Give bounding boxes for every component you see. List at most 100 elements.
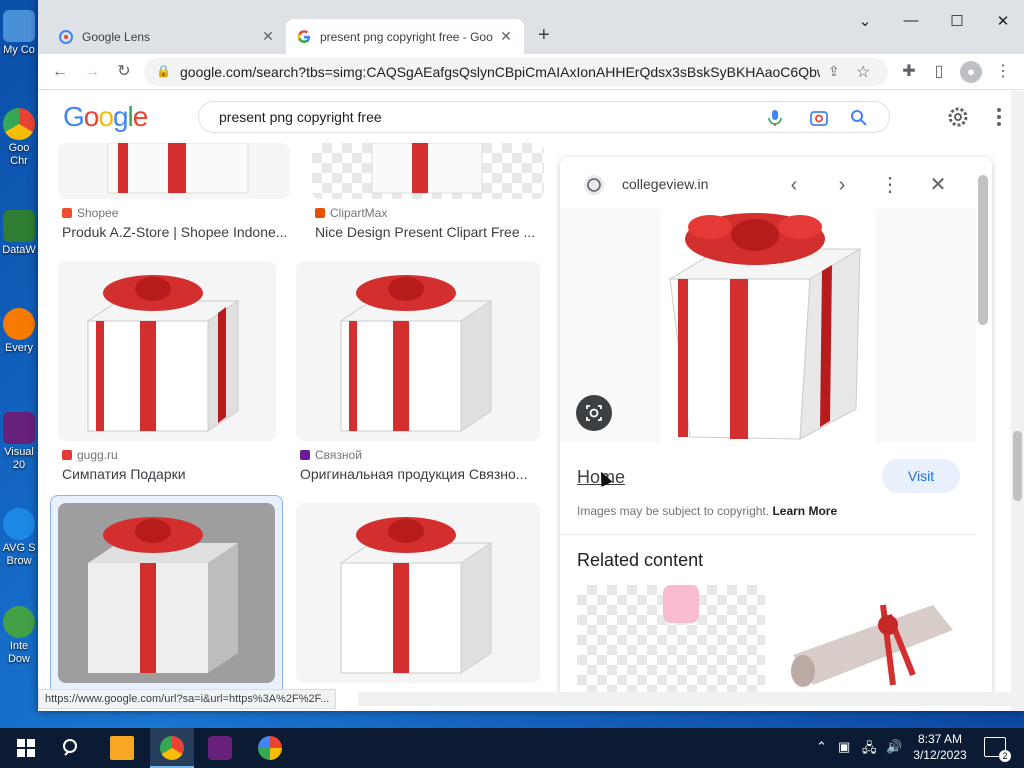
result-title[interactable]: Симпатия Подарки (62, 466, 290, 482)
back-arrow-icon[interactable]: ← (49, 61, 71, 83)
chevron-left-icon[interactable]: ‹ (782, 173, 806, 197)
gear-icon[interactable] (946, 105, 970, 129)
visit-button[interactable]: Visit (882, 459, 960, 493)
result-title[interactable]: Produk A.Z-Store | Shopee Indone... (62, 224, 290, 240)
result-image[interactable] (296, 261, 540, 441)
chevron-right-icon[interactable]: › (830, 173, 854, 197)
gift-box-image (339, 517, 493, 674)
preview-image-area[interactable] (560, 209, 976, 443)
result-image[interactable] (312, 143, 544, 199)
result-source[interactable]: Shopee (62, 206, 118, 220)
search-query[interactable]: present png copyright free (219, 109, 382, 125)
desktop-icon-google-chrome[interactable]: Goo Chr (0, 108, 38, 168)
gift-box-image (88, 517, 238, 673)
desktop-icon-label: My Co (3, 44, 35, 56)
panel-domain[interactable]: collegeview.in (622, 176, 708, 192)
scrollbar-thumb[interactable] (1013, 431, 1022, 501)
chrome-icon (3, 108, 35, 140)
share-icon[interactable]: ⇪ (828, 63, 840, 80)
close-icon[interactable]: ✕ (926, 173, 950, 197)
microphone-icon[interactable] (765, 108, 785, 128)
tab-search-dropdown-icon[interactable]: ⌄ (850, 12, 880, 30)
desktop-icon-everything[interactable]: Every (0, 308, 38, 355)
chrome-canary-icon[interactable] (258, 736, 282, 760)
tab-search-results[interactable]: present png copyright free - Goo ✕ (286, 19, 524, 54)
close-window-button[interactable]: ✕ (988, 12, 1018, 30)
desktop-icon-visual-studio[interactable]: Visual 20 (0, 412, 38, 472)
visual-search-button[interactable] (576, 395, 612, 431)
related-image[interactable] (577, 585, 765, 697)
avg-browser-icon (3, 508, 35, 540)
copyright-text: Images may be subject to copyright. (577, 504, 770, 518)
google-logo[interactable]: Google (63, 101, 149, 133)
panel-scrollbar[interactable] (978, 175, 988, 325)
desktop-icon-datawrapper[interactable]: DataW (0, 210, 38, 257)
google-header: Google present png copyright free (38, 91, 1011, 143)
more-menu-icon[interactable]: ⋮ (992, 61, 1014, 83)
logo-letter: g (112, 101, 129, 132)
more-options-icon[interactable]: ⋮ (878, 173, 902, 197)
visual-studio-icon[interactable] (208, 736, 232, 760)
related-thumbnail-content (663, 585, 699, 623)
result-source[interactable]: ClipartMax (315, 206, 387, 220)
result-title[interactable]: Оригинальная продукция Связно... (300, 466, 528, 482)
maximize-button[interactable]: ☐ (942, 12, 972, 30)
tray-app-icon[interactable]: ▣ (838, 739, 850, 755)
lock-icon[interactable]: 🔒 (156, 64, 171, 78)
result-source[interactable]: gugg.ru (62, 448, 118, 462)
source-name: Shopee (77, 206, 119, 220)
reload-icon[interactable]: ↻ (113, 61, 135, 83)
tab-close-icon[interactable]: ✕ (498, 28, 514, 45)
search-icon[interactable] (849, 108, 869, 128)
search-box[interactable]: present png copyright free (198, 101, 890, 133)
visual-studio-icon (3, 412, 35, 444)
divider (560, 534, 976, 535)
horizontal-scrollbar[interactable] (358, 692, 1024, 706)
result-title[interactable]: Nice Design Present Clipart Free ... (315, 224, 543, 240)
tab-strip: Google Lens ✕ present png copyright free… (38, 0, 1024, 54)
related-image[interactable] (773, 585, 961, 697)
logo-letter: e (132, 101, 149, 132)
profile-avatar-icon[interactable]: ● (960, 61, 982, 83)
result-source[interactable]: Связной (300, 448, 362, 462)
desktop-icon-my-computer[interactable]: My Co (0, 10, 38, 57)
page-scrollbar[interactable] (1011, 91, 1024, 711)
side-panel-icon[interactable]: ▯ (928, 61, 950, 83)
desktop-icon-label: AVG S Brow (2, 542, 36, 567)
windows-start-icon[interactable] (14, 736, 38, 760)
forward-arrow-icon[interactable]: → (81, 61, 103, 83)
image-preview-panel: collegeview.in ‹ › ⋮ ✕ Home Visit Images… (560, 157, 992, 697)
tray-overflow-icon[interactable]: ⌃ (816, 739, 827, 755)
new-tab-button[interactable]: + (538, 24, 550, 47)
desktop-icon-label: Every (4, 342, 34, 354)
result-image[interactable] (58, 261, 276, 441)
notification-center-icon[interactable]: 2 (984, 737, 1011, 762)
camera-lens-icon[interactable] (809, 108, 829, 128)
clock[interactable]: 8:37 AM 3/12/2023 (912, 731, 968, 763)
tab-close-icon[interactable]: ✕ (260, 28, 276, 45)
result-image[interactable] (58, 143, 290, 199)
tab-google-lens[interactable]: Google Lens ✕ (48, 19, 286, 54)
url-text[interactable]: google.com/search?tbs=simg:CAQSgAEafgsQs… (180, 64, 820, 80)
extensions-puzzle-icon[interactable]: ✚ (898, 61, 920, 83)
logo-letter: o (83, 101, 100, 132)
result-image-selected[interactable] (58, 503, 275, 683)
address-bar[interactable]: 🔒 google.com/search?tbs=simg:CAQSgAEafgs… (144, 58, 888, 86)
gift-box-image (86, 275, 240, 432)
desktop-icon-internet-download[interactable]: Inte Dow (0, 606, 38, 666)
search-icon[interactable] (60, 736, 84, 760)
apps-grid-icon[interactable] (996, 107, 1010, 127)
desktop-icon-label: Visual 20 (4, 446, 34, 471)
minimize-button[interactable]: — (896, 12, 926, 29)
file-explorer-icon[interactable] (110, 736, 134, 760)
volume-icon[interactable]: 🔊 (886, 739, 902, 755)
bookmark-star-icon[interactable]: ☆ (856, 62, 870, 82)
result-image[interactable] (296, 503, 540, 683)
taskbar-chrome-active[interactable] (150, 728, 194, 768)
source-name: ClipartMax (330, 206, 388, 220)
download-manager-icon (3, 606, 35, 638)
related-content-heading: Related content (577, 550, 704, 570)
desktop-icon-avg-browser[interactable]: AVG S Brow (0, 508, 38, 568)
learn-more-link[interactable]: Learn More (772, 504, 837, 518)
network-icon[interactable]: 🖧 (862, 739, 877, 761)
